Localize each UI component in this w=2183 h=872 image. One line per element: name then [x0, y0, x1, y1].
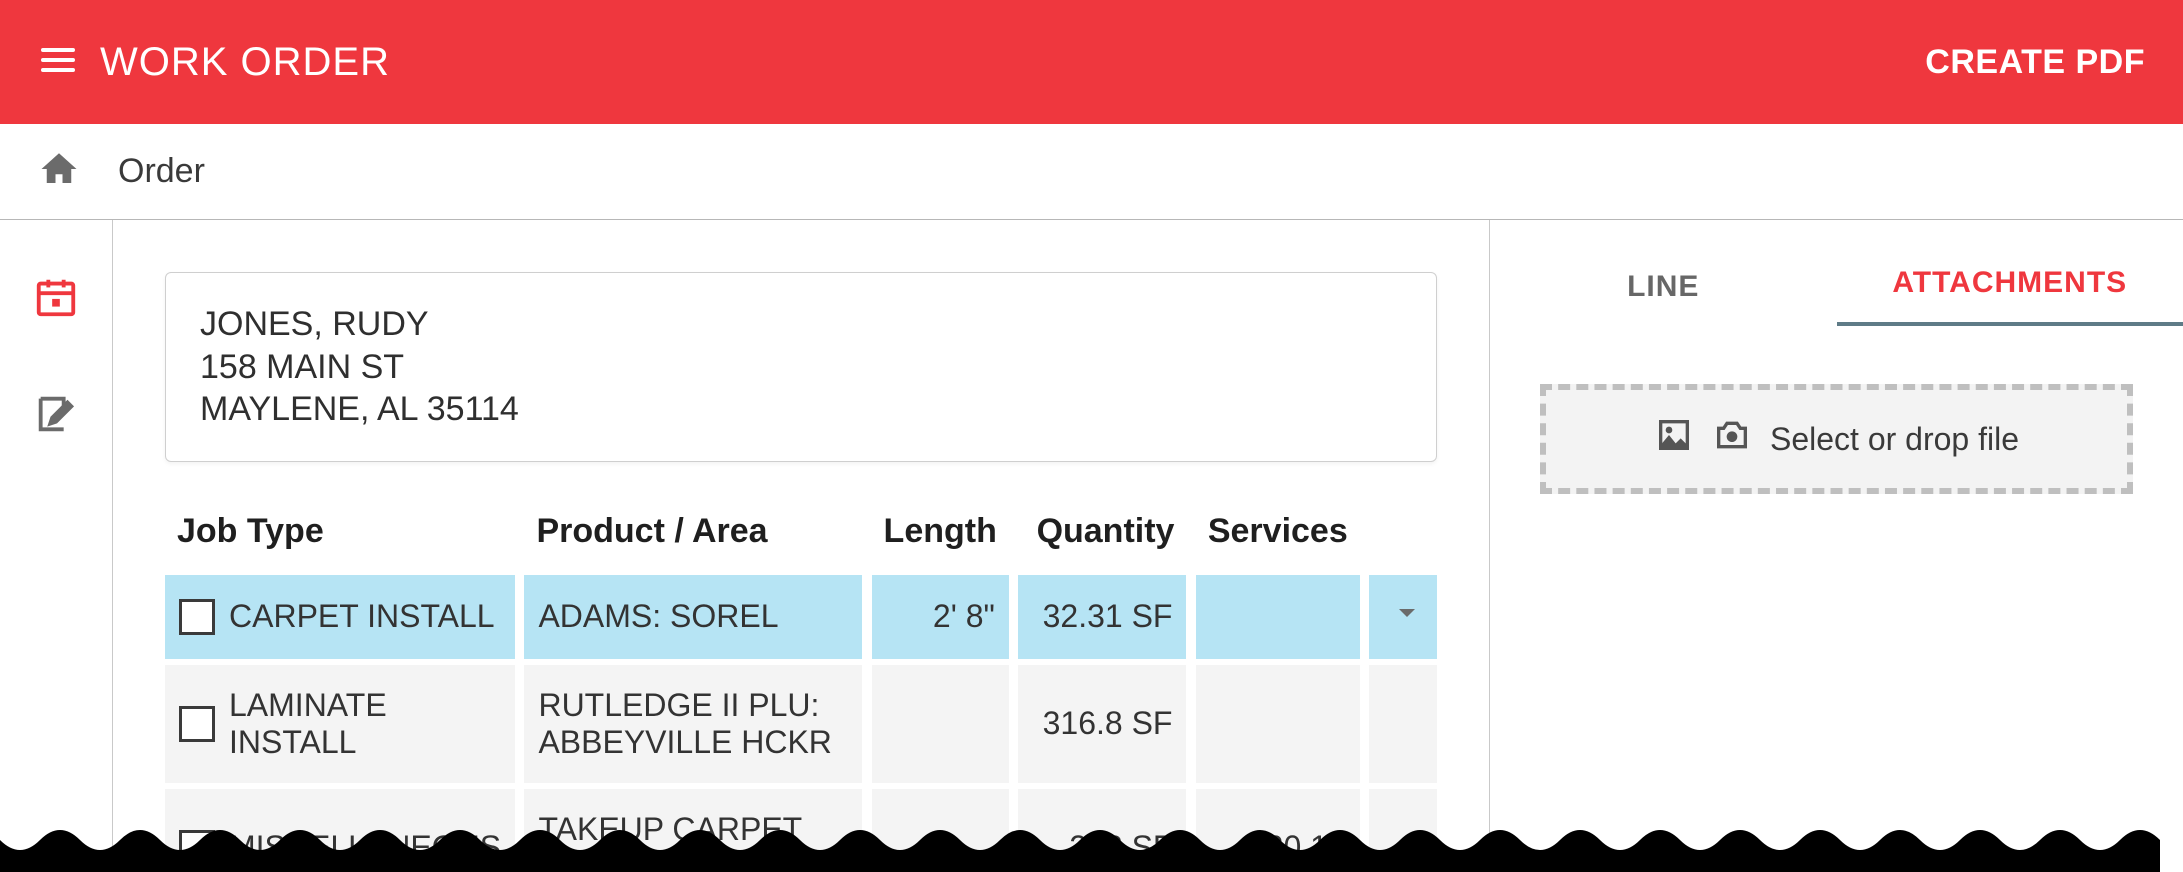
product-area: ADAMS: SOREL	[524, 569, 862, 659]
table-row[interactable]: LAMINATE INSTALL RUTLEDGE II PLU: ABBEYVI…	[165, 659, 1437, 783]
col-quantity: Quantity	[1018, 504, 1186, 569]
services	[1196, 569, 1360, 659]
quantity: 316.8 SF	[1018, 659, 1186, 783]
order-lines-table: Job Type Product / Area Length Quantity …	[165, 504, 1437, 872]
col-services: Services	[1196, 504, 1360, 569]
file-dropzone[interactable]: Select or drop file	[1540, 384, 2133, 494]
order-main: JONES, RUDY 158 MAIN ST MAYLENE, AL 3511…	[113, 220, 1490, 872]
col-product: Product / Area	[524, 504, 862, 569]
calendar-icon[interactable]	[33, 274, 79, 325]
header-left: WORK ORDER	[38, 40, 390, 85]
tab-attachments[interactable]: ATTACHMENTS	[1837, 266, 2183, 326]
job-type: MISCELLANEOUS	[229, 829, 501, 866]
length	[872, 659, 1009, 783]
breadcrumb: Order	[0, 124, 2183, 220]
dropzone-label: Select or drop file	[1770, 421, 2019, 458]
customer-street: 158 MAIN ST	[200, 346, 1402, 389]
services: $20.16	[1196, 783, 1360, 872]
job-type: CARPET INSTALL	[229, 598, 495, 635]
left-rail	[0, 220, 113, 872]
breadcrumb-label: Order	[118, 152, 205, 191]
customer-card: JONES, RUDY 158 MAIN ST MAYLENE, AL 3511…	[165, 272, 1437, 462]
edit-note-icon[interactable]	[33, 391, 79, 442]
menu-icon[interactable]	[38, 40, 78, 85]
table-row[interactable]: CARPET INSTALL ADAMS: SOREL2' 8"32.31 SF	[165, 569, 1437, 659]
app-body: JONES, RUDY 158 MAIN ST MAYLENE, AL 3511…	[0, 220, 2183, 872]
table-header-row: Job Type Product / Area Length Quantity …	[165, 504, 1437, 569]
row-checkbox[interactable]	[179, 706, 215, 742]
job-type: LAMINATE INSTALL	[229, 687, 501, 761]
app-title: WORK ORDER	[100, 40, 390, 85]
length: 2' 8"	[872, 569, 1009, 659]
camera-icon	[1712, 415, 1752, 463]
length	[872, 783, 1009, 872]
table-row[interactable]: MISCELLANEOUS TAKEUP CARPET REG 288 SF$20.…	[165, 783, 1437, 872]
create-pdf-button[interactable]: CREATE PDF	[1925, 43, 2145, 82]
image-icon	[1654, 415, 1694, 463]
quantity: 288 SF	[1018, 783, 1186, 872]
col-length: Length	[872, 504, 1009, 569]
quantity: 32.31 SF	[1018, 569, 1186, 659]
row-checkbox[interactable]	[179, 599, 215, 635]
detail-panel: LINE ATTACHMENTS Select or drop file	[1490, 220, 2183, 872]
services	[1196, 659, 1360, 783]
home-icon[interactable]	[38, 148, 80, 195]
customer-city: MAYLENE, AL 35114	[200, 388, 1402, 431]
detail-tabs: LINE ATTACHMENTS	[1490, 244, 2183, 326]
product-area: RUTLEDGE II PLU: ABBEYVILLE HCKR	[524, 659, 862, 783]
tab-line[interactable]: LINE	[1490, 270, 1837, 326]
product-area: TAKEUP CARPET REG	[524, 783, 862, 872]
chevron-down-icon[interactable]	[1391, 600, 1423, 636]
col-job-type: Job Type	[165, 504, 515, 569]
row-checkbox[interactable]	[179, 830, 215, 866]
app-header: WORK ORDER CREATE PDF	[0, 0, 2183, 124]
customer-name: JONES, RUDY	[200, 303, 1402, 346]
